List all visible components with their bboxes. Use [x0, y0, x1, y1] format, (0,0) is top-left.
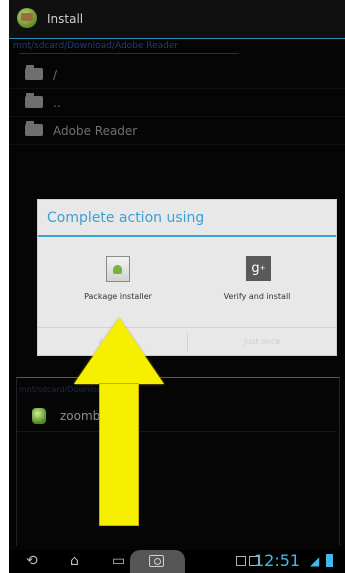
- app-file-icon: [32, 408, 46, 424]
- verify-and-install-option[interactable]: g+ Verify and install: [187, 250, 327, 310]
- dialog-title: Complete action using: [47, 210, 205, 226]
- dialog-title-separator: [38, 235, 336, 237]
- app-action-bar: Install: [9, 0, 345, 39]
- path-underline: [19, 53, 239, 54]
- battery-icon: [326, 554, 333, 567]
- file-row-parent[interactable]: ..: [9, 88, 345, 117]
- zoom-list-item[interactable]: zoomb: [17, 400, 337, 432]
- folder-icon: [25, 65, 43, 80]
- arrow-head: [74, 318, 164, 384]
- recent-apps-icon[interactable]: ▭: [112, 554, 125, 568]
- file-label: Adobe Reader: [53, 124, 138, 138]
- image-status-icon: [236, 556, 246, 566]
- app-icon: [17, 8, 37, 28]
- google-plus-icon: g+: [246, 256, 271, 281]
- folder-icon: [25, 93, 43, 108]
- app-title: Install: [47, 12, 84, 26]
- arrow-body: [99, 383, 139, 526]
- file-path: mnt/sdcard/Download/Adobe Reader: [13, 41, 179, 51]
- android-device-screen: Install mnt/sdcard/Download/Adobe Reader…: [9, 0, 345, 573]
- yellow-arrow-annotation: [74, 318, 164, 528]
- package-installer-icon: [106, 256, 130, 282]
- file-label: ..: [53, 96, 61, 110]
- home-icon[interactable]: ⌂: [70, 554, 79, 568]
- file-row-root[interactable]: /: [9, 60, 345, 89]
- package-installer-label: Package installer: [84, 292, 152, 301]
- back-icon[interactable]: ⟲: [26, 554, 38, 568]
- folder-icon: [25, 121, 43, 136]
- tablet-screen: Install mnt/sdcard/Download/Adobe Reader…: [0, 0, 345, 573]
- background-file-panel: mnt/sdcard/Download zoomb: [16, 377, 340, 546]
- just-once-button[interactable]: Just once: [188, 328, 336, 356]
- file-label: /: [53, 68, 58, 82]
- file-row-adobe-reader[interactable]: Adobe Reader: [9, 116, 345, 145]
- verify-and-install-label: Verify and install: [223, 292, 291, 301]
- package-installer-option[interactable]: Package installer: [48, 250, 188, 310]
- navigation-bar: ⟲ ⌂ ▭ 12:51 ◢: [9, 550, 345, 573]
- status-time: 12:51: [254, 551, 301, 570]
- wifi-icon: ◢: [310, 554, 320, 568]
- camera-icon: [149, 555, 164, 567]
